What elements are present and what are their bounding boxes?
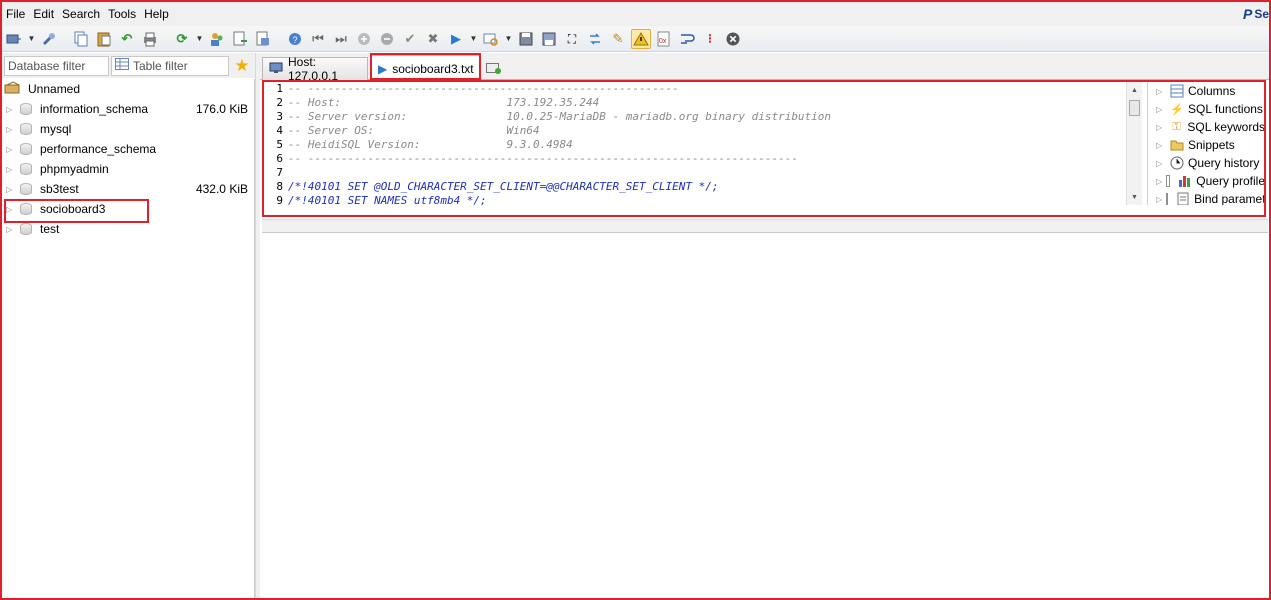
expand-arrow-icon[interactable]: ▷ bbox=[6, 125, 16, 134]
binoculars-icon[interactable]: ⛶ bbox=[562, 29, 582, 49]
favorites-star-icon[interactable]: ★ bbox=[231, 56, 253, 76]
close-icon[interactable] bbox=[723, 29, 743, 49]
help-icon[interactable]: ? bbox=[285, 29, 305, 49]
table-icon bbox=[115, 58, 129, 73]
tree-item-label: mysql bbox=[40, 122, 72, 136]
plug-icon[interactable] bbox=[39, 29, 59, 49]
monitor-icon bbox=[269, 62, 283, 77]
cancel-icon[interactable]: ✖ bbox=[423, 29, 443, 49]
undo-icon[interactable]: ↶ bbox=[117, 29, 137, 49]
copy-icon[interactable] bbox=[71, 29, 91, 49]
database-icon bbox=[20, 143, 32, 155]
tab-host-label: Host: 127.0.0.1 bbox=[288, 55, 339, 83]
expand-arrow-icon[interactable]: ▷ bbox=[6, 145, 16, 154]
results-area bbox=[262, 233, 1268, 598]
menu-file[interactable]: File bbox=[4, 2, 31, 26]
expand-arrow-icon[interactable]: ▷ bbox=[6, 185, 16, 194]
tree-item-sb3test[interactable]: ▷ sb3test 432.0 KiB bbox=[2, 179, 254, 199]
tab-file-highlight bbox=[370, 53, 481, 80]
main-toolbar: ▼ ↶ ⟳ ▼ ? ⏮ ⏭ ✔ ✖ ▶ ▼ ▼ ⛶ ✎ 0x ⁝ bbox=[2, 26, 1269, 52]
database-icon bbox=[20, 223, 32, 235]
run-icon[interactable]: ▶ bbox=[446, 29, 466, 49]
database-filter-placeholder: Database filter bbox=[8, 58, 86, 73]
tree-item-socioboard3[interactable]: ▷ socioboard3 bbox=[2, 199, 254, 223]
query-icon[interactable] bbox=[481, 29, 501, 49]
menu-edit[interactable]: Edit bbox=[31, 2, 60, 26]
run-dropdown-icon[interactable]: ▼ bbox=[469, 29, 478, 49]
replace-icon[interactable] bbox=[585, 29, 605, 49]
tree-item-size: 432.0 KiB bbox=[195, 182, 248, 196]
donate-button[interactable]: P Se bbox=[1243, 6, 1269, 22]
tree-item-label: performance_schema bbox=[40, 142, 157, 156]
horizontal-splitter[interactable] bbox=[262, 219, 1268, 233]
database-tree: Unnamed ▷ information_schema 176.0 KiB ▷ mys… bbox=[2, 79, 255, 598]
import-icon[interactable] bbox=[253, 29, 273, 49]
svg-text:?: ? bbox=[293, 35, 298, 45]
add-record-icon[interactable] bbox=[354, 29, 374, 49]
session-name: Unnamed bbox=[28, 82, 81, 96]
tree-item-label: phpmyadmin bbox=[40, 162, 109, 176]
donate-label: Se bbox=[1254, 7, 1269, 21]
database-filter-input[interactable]: Database filter bbox=[4, 55, 109, 76]
vertical-splitter[interactable] bbox=[255, 53, 260, 598]
tab-host[interactable]: Host: 127.0.0.1 bbox=[262, 55, 368, 83]
warning-icon[interactable] bbox=[631, 28, 651, 49]
first-record-icon[interactable]: ⏮ bbox=[308, 29, 328, 49]
database-icon bbox=[20, 163, 32, 175]
last-record-icon[interactable]: ⏭ bbox=[331, 29, 351, 49]
svg-text:0x: 0x bbox=[659, 38, 667, 45]
editor-highlight bbox=[262, 80, 1266, 217]
menu-tools[interactable]: Tools bbox=[106, 2, 142, 26]
expand-arrow-icon[interactable]: ▷ bbox=[6, 105, 16, 114]
print-icon[interactable] bbox=[140, 29, 160, 49]
new-query-tab-icon[interactable] bbox=[485, 61, 503, 75]
tree-item-test[interactable]: ▷ test bbox=[2, 219, 254, 239]
tree-root-session[interactable]: Unnamed bbox=[2, 79, 254, 99]
remove-record-icon[interactable] bbox=[377, 29, 397, 49]
database-icon bbox=[20, 103, 32, 115]
tree-item-information_schema[interactable]: ▷ information_schema 176.0 KiB bbox=[2, 99, 254, 119]
hex-icon[interactable]: 0x bbox=[654, 29, 674, 49]
tab-bar: Host: 127.0.0.1 ▶ socioboard3.txt bbox=[260, 53, 1269, 83]
tree-item-label: test bbox=[40, 222, 60, 236]
wrap-icon[interactable] bbox=[677, 29, 697, 49]
refresh-dropdown-icon[interactable]: ▼ bbox=[195, 29, 204, 49]
menu-search[interactable]: Search bbox=[60, 2, 106, 26]
paypal-icon: P bbox=[1242, 6, 1253, 22]
export-icon[interactable] bbox=[230, 29, 250, 49]
save-as-icon[interactable] bbox=[539, 29, 559, 49]
refresh-icon[interactable]: ⟳ bbox=[172, 29, 192, 49]
menu-bar: File Edit Search Tools Help P Se bbox=[2, 2, 1269, 26]
expand-arrow-icon[interactable]: ▷ bbox=[6, 165, 16, 174]
menu-help[interactable]: Help bbox=[142, 2, 175, 26]
database-icon bbox=[20, 123, 32, 135]
expand-arrow-icon[interactable]: ▷ bbox=[6, 225, 16, 234]
connect-dropdown-icon[interactable]: ▼ bbox=[27, 29, 36, 49]
database-icon bbox=[20, 183, 32, 195]
connect-icon[interactable] bbox=[4, 29, 24, 49]
tree-item-size: 176.0 KiB bbox=[195, 102, 248, 116]
table-filter-placeholder: Table filter bbox=[133, 58, 188, 73]
tree-item-mysql[interactable]: ▷ mysql bbox=[2, 119, 254, 139]
users-icon[interactable] bbox=[207, 29, 227, 49]
save-icon[interactable] bbox=[516, 29, 536, 49]
edit-icon[interactable]: ✎ bbox=[608, 29, 628, 49]
database-icon bbox=[20, 203, 32, 215]
session-icon bbox=[4, 80, 22, 98]
tree-item-label: socioboard3 bbox=[40, 202, 106, 216]
expand-arrow-icon[interactable]: ▷ bbox=[6, 205, 16, 214]
query-dropdown-icon[interactable]: ▼ bbox=[504, 29, 513, 49]
stop-icon[interactable]: ⁝ bbox=[700, 29, 720, 49]
paste-icon[interactable] bbox=[94, 29, 114, 49]
tree-item-performance_schema[interactable]: ▷ performance_schema bbox=[2, 139, 254, 159]
tree-item-label: sb3test bbox=[40, 182, 79, 196]
apply-icon[interactable]: ✔ bbox=[400, 29, 420, 49]
filter-row: Database filter Table filter ★ bbox=[2, 53, 255, 78]
table-filter-input[interactable]: Table filter bbox=[111, 55, 229, 76]
tree-item-label: information_schema bbox=[40, 102, 149, 116]
tree-item-phpmyadmin[interactable]: ▷ phpmyadmin bbox=[2, 159, 254, 179]
